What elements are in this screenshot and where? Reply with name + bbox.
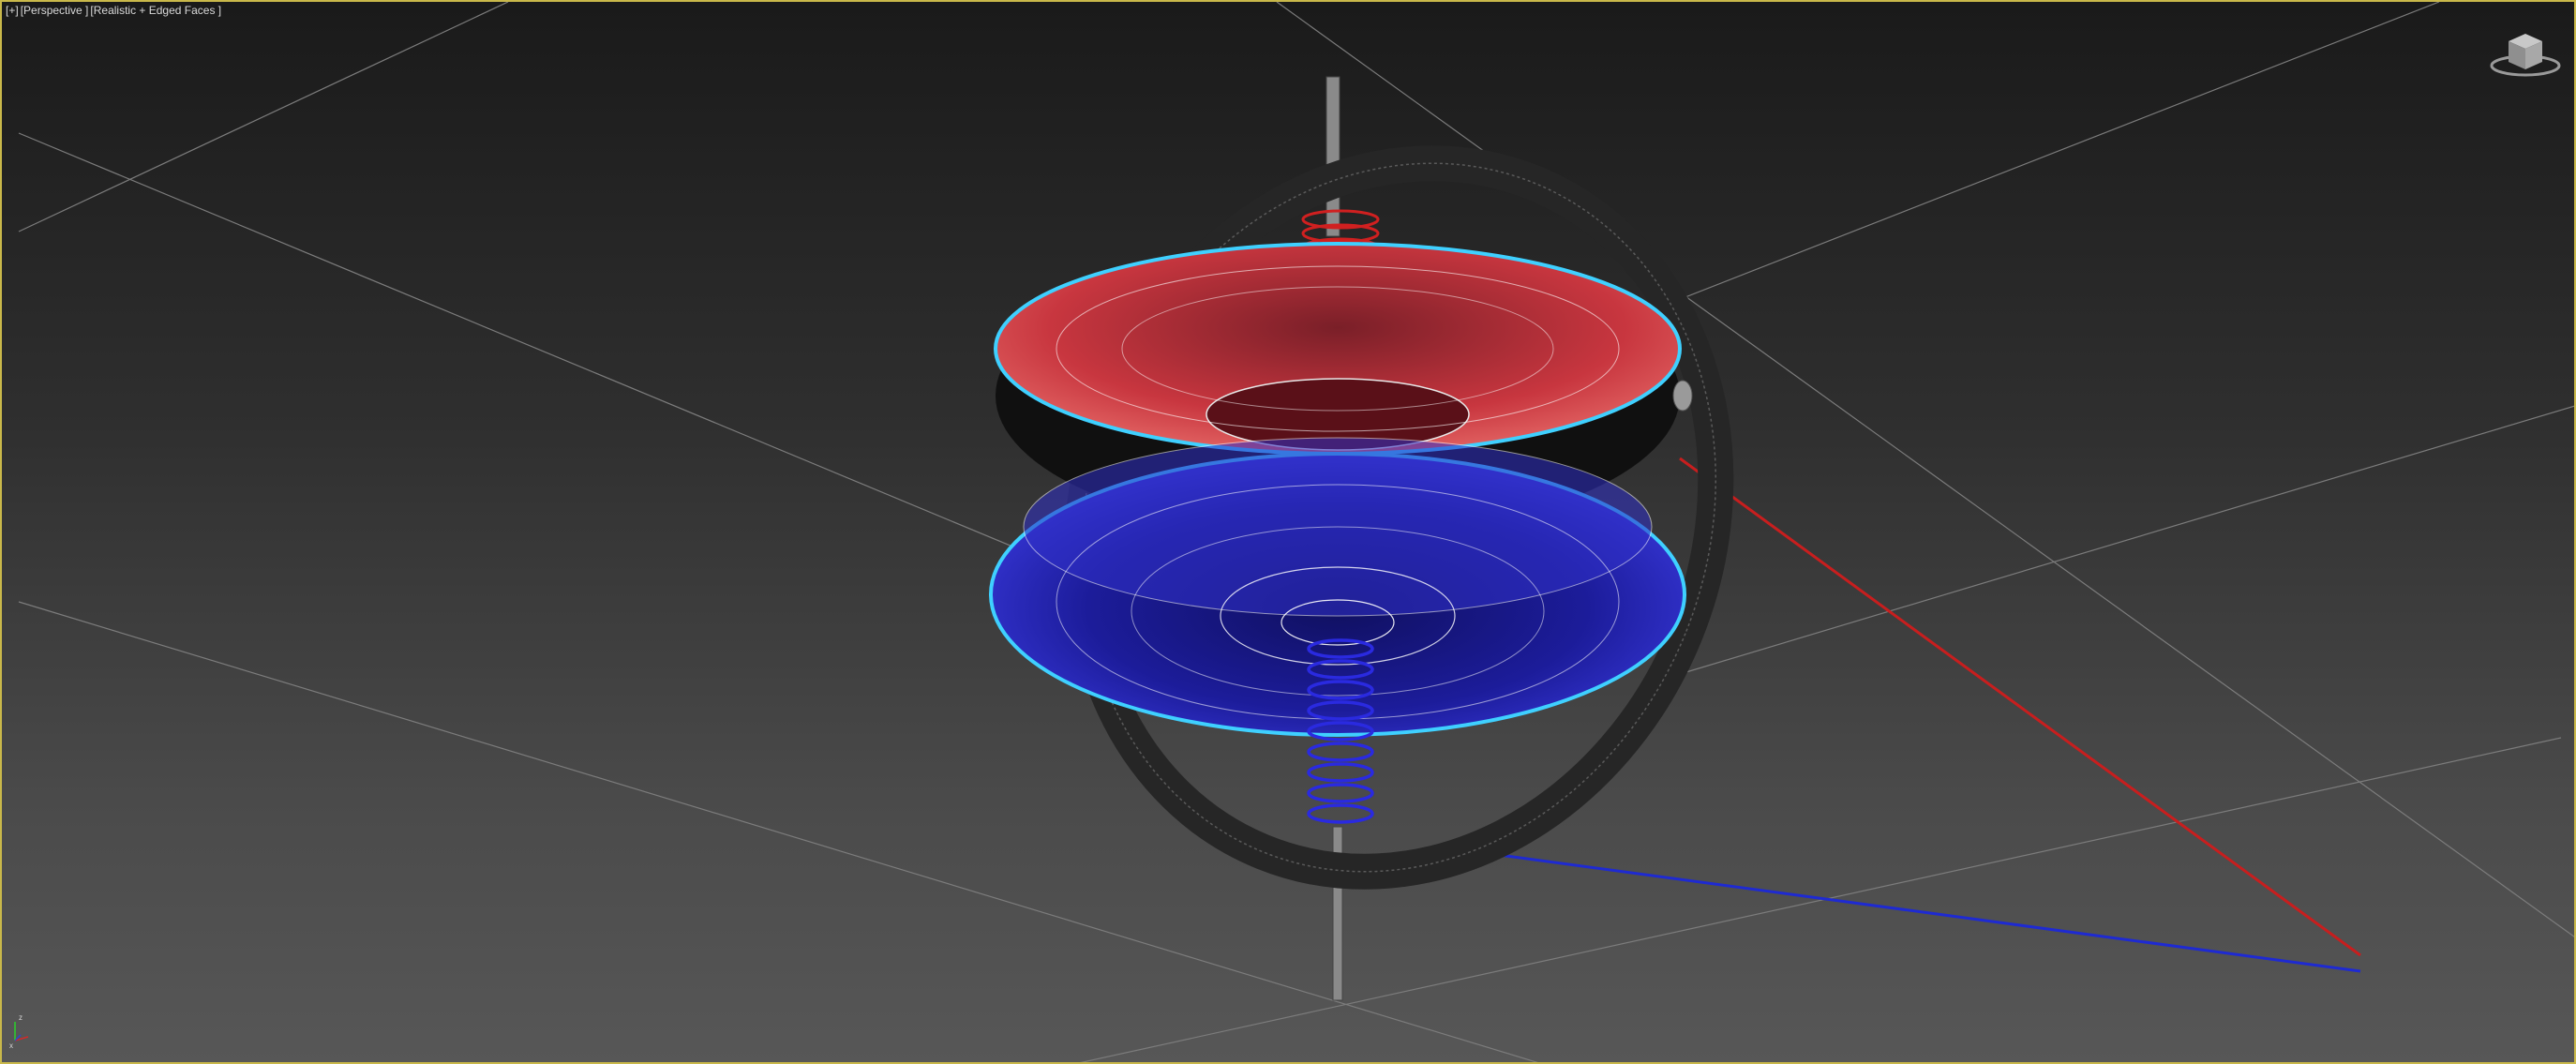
shading-menu[interactable]: [Realistic + Edged Faces ] (90, 4, 221, 17)
pivot-knob (1672, 380, 1693, 412)
view-point-menu[interactable]: [Perspective ] (21, 4, 89, 17)
viewport-label: [+] [Perspective ] [Realistic + Edged Fa… (6, 4, 221, 17)
viewport-scene[interactable] (2, 2, 2576, 1064)
axis-label-x: x (9, 1042, 13, 1048)
viewcube-icon[interactable] (2488, 28, 2563, 84)
x-axis-line (1679, 457, 2361, 957)
z-axis-line (1463, 848, 2361, 973)
axis-label-z: z (19, 1013, 22, 1022)
perspective-viewport[interactable]: [+] [Perspective ] [Realistic + Edged Fa… (0, 0, 2576, 1064)
blue-disc[interactable] (989, 437, 1686, 737)
axis-tripod-icon: z x (9, 1013, 29, 1048)
viewport-menu-button[interactable]: [+] (6, 4, 19, 17)
